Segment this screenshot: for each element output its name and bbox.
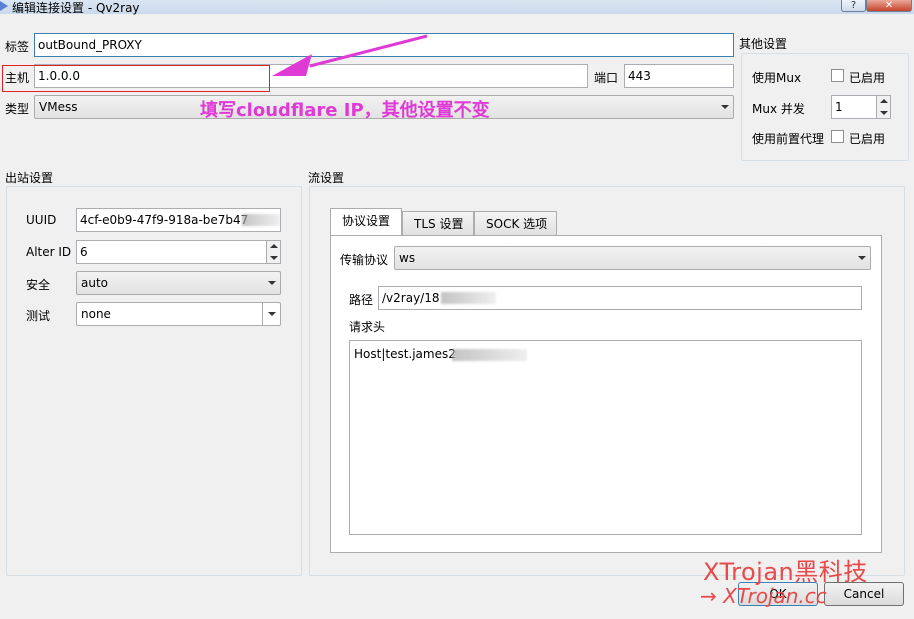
help-button[interactable]: ? (841, 0, 866, 12)
type-label: 类型 (5, 102, 30, 116)
annotation-text: 填写cloudflare IP，其他设置不变 (200, 100, 490, 121)
uuid-label: UUID (26, 213, 57, 227)
transport-label: 传输协议 (340, 253, 389, 267)
watermark-brand: XTrojan黑科技 (703, 558, 868, 586)
test-select[interactable]: none (76, 302, 281, 326)
transport-select[interactable]: ws (394, 246, 871, 270)
mux-concurrency-value: 1 (835, 100, 843, 114)
port-label: 端口 (594, 71, 619, 85)
headers-label: 请求头 (349, 320, 386, 334)
chevron-down-icon (268, 281, 276, 285)
chevron-down-icon (721, 105, 729, 109)
tab-protocol-settings[interactable]: 协议设置 (330, 208, 402, 236)
annotation-arrow-icon (272, 34, 428, 76)
chevron-down-icon (858, 256, 866, 260)
security-label: 安全 (26, 278, 51, 292)
security-select-value: auto (81, 276, 109, 290)
path-input[interactable]: /v2ray/18 (378, 286, 862, 310)
stream-title: 流设置 (308, 171, 345, 185)
alterid-value: 6 (80, 245, 88, 259)
title-bar: 编辑连接设置 - Qv2ray (0, 0, 914, 15)
redaction-blur (242, 214, 280, 226)
chevron-down-icon (268, 312, 276, 316)
mux-concurrency-spinbox[interactable]: 1 (831, 95, 891, 119)
mux-check-label: 已启用 (849, 71, 886, 85)
tab-tls-settings[interactable]: TLS 设置 (402, 211, 474, 236)
annotation-highlight-box (2, 65, 270, 92)
path-value: /v2ray/18 (382, 291, 440, 305)
mux-label: 使用Mux (752, 71, 802, 85)
outbound-title: 出站设置 (5, 171, 54, 185)
tab-sock-options[interactable]: SOCK 选项 (474, 211, 557, 236)
mux-concurrency-label: Mux 并发 (752, 102, 805, 116)
alterid-label: Alter ID (26, 245, 72, 259)
uuid-value: 4cf-e0b9-47f9-918a-be7b47 (80, 213, 249, 227)
headers-value: Host|test.james2 (354, 347, 456, 361)
type-select-value: VMess (39, 100, 78, 114)
app-icon (0, 1, 8, 11)
uuid-input[interactable]: 4cf-e0b9-47f9-918a-be7b47 (76, 208, 281, 232)
redaction-blur (441, 292, 496, 304)
redaction-blur (452, 349, 527, 361)
path-label: 路径 (349, 293, 374, 307)
watermark-url: → XTrojan.cc (700, 584, 827, 608)
close-button[interactable]: ✕ (866, 0, 912, 12)
proxy-check-label: 已启用 (849, 132, 886, 146)
test-label: 测试 (26, 309, 51, 323)
tag-label: 标签 (5, 40, 30, 54)
other-settings-title: 其他设置 (739, 37, 788, 51)
mux-checkbox[interactable] (831, 69, 844, 82)
test-select-value: none (81, 307, 111, 321)
alterid-spinbox[interactable]: 6 (76, 240, 281, 264)
security-select[interactable]: auto (76, 271, 281, 295)
headers-textarea[interactable]: Host|test.james2 (349, 340, 862, 535)
proxy-label: 使用前置代理 (752, 132, 825, 146)
transport-select-value: ws (399, 251, 416, 265)
spin-arrows-icon[interactable] (876, 96, 890, 118)
proxy-checkbox[interactable] (831, 130, 844, 143)
port-input[interactable]: 443 (624, 64, 734, 88)
spin-arrows-icon[interactable] (266, 241, 280, 263)
window-title: 编辑连接设置 - Qv2ray (12, 1, 140, 15)
